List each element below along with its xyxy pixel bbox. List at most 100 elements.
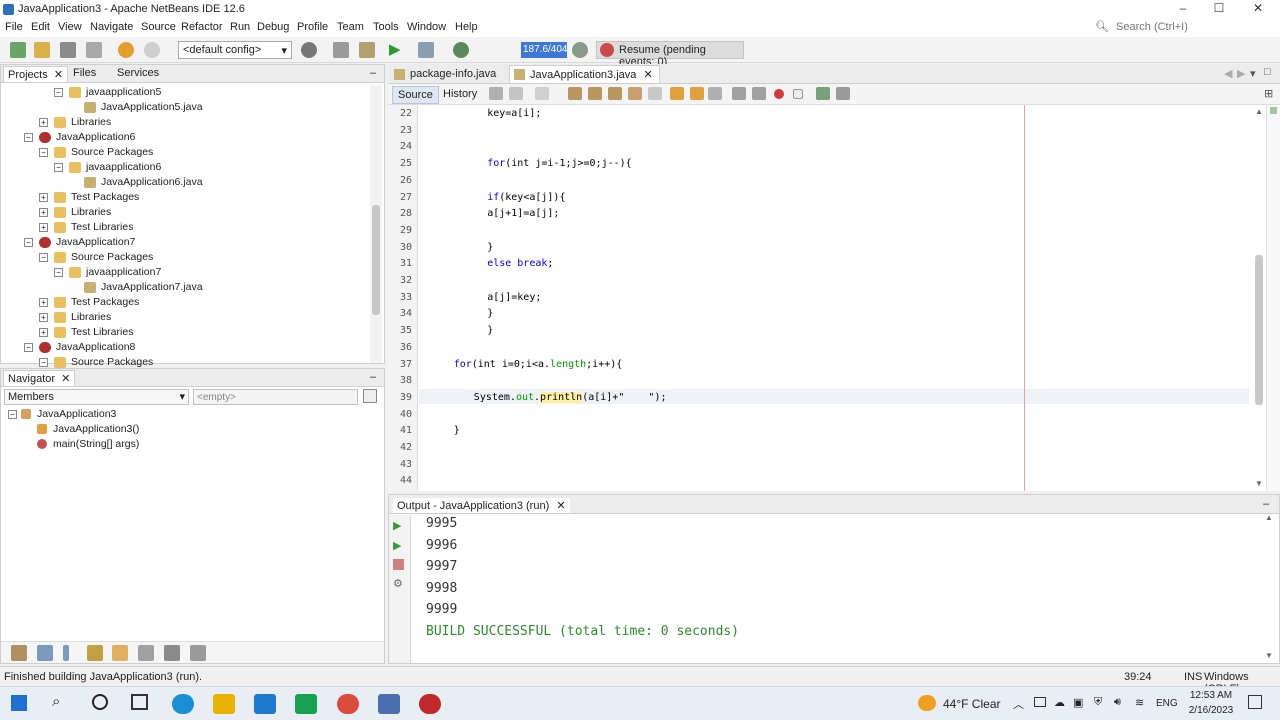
close-button[interactable]: ✕	[1243, 1, 1273, 18]
build-hammer-icon[interactable]	[333, 42, 349, 58]
filter-select[interactable]: <empty>	[193, 389, 358, 405]
open-project-icon[interactable]	[60, 42, 76, 58]
profile-icon[interactable]	[453, 42, 469, 58]
menu-source[interactable]: Source	[141, 21, 176, 33]
save-all-icon[interactable]	[86, 42, 102, 58]
new-project-icon[interactable]	[34, 42, 50, 58]
tab-source[interactable]: Source	[392, 86, 439, 104]
minimize-panel-icon[interactable]: –	[1263, 498, 1269, 510]
chrome-icon[interactable]	[337, 694, 359, 714]
scroll-up-icon[interactable]: ▲	[1255, 107, 1263, 116]
gc-icon[interactable]	[572, 42, 588, 58]
sort-name-icon[interactable]	[164, 645, 180, 661]
search-icon[interactable]: ⌕	[52, 693, 60, 710]
members-select[interactable]: Members ▾	[4, 389, 189, 405]
windows-start-icon[interactable]	[11, 695, 27, 711]
code-line[interactable]: }	[487, 242, 493, 253]
close-icon[interactable]: ✕	[54, 69, 63, 81]
split-editor-icon[interactable]: ⊞	[1264, 87, 1273, 100]
tab-files[interactable]: Files	[73, 67, 96, 79]
shift-right-icon[interactable]	[752, 87, 766, 100]
clock-time[interactable]: 12:53 AM	[1186, 690, 1236, 701]
find-next-icon[interactable]	[608, 87, 622, 100]
tray-chevron-up-icon[interactable]: ︿	[1013, 696, 1024, 712]
language-indicator[interactable]: ENG	[1156, 698, 1178, 709]
rerun-params-icon[interactable]: ▶	[393, 539, 401, 552]
battery-icon[interactable]	[1034, 697, 1046, 707]
tab-scroll-left-icon[interactable]: ◀	[1224, 67, 1232, 80]
filter-types-icon[interactable]	[112, 645, 128, 661]
tab-scroll-right-icon[interactable]: ▶	[1237, 67, 1245, 80]
menu-view[interactable]: View	[58, 21, 82, 33]
tab-output[interactable]: Output - JavaApplication3 (run) ✕	[393, 498, 570, 513]
menu-team[interactable]: Team	[337, 21, 364, 33]
menu-help[interactable]: Help	[455, 21, 478, 33]
clean-build-icon[interactable]	[359, 42, 375, 58]
toggle-highlight-icon[interactable]	[628, 87, 642, 100]
tab-projects[interactable]: Projects ✕	[3, 66, 69, 82]
redo-icon[interactable]	[144, 42, 160, 58]
collapse-icon[interactable]: −	[54, 88, 63, 97]
menu-window[interactable]: Window	[407, 21, 446, 33]
tab-package-info[interactable]: package-info.java	[390, 66, 502, 82]
debug-icon[interactable]	[418, 42, 434, 58]
close-icon[interactable]: ✕	[643, 69, 652, 81]
maximize-button[interactable]: ☐	[1204, 1, 1234, 18]
collapse-icon[interactable]: −	[24, 343, 33, 352]
security-icon[interactable]: ⛨	[1094, 696, 1102, 709]
code-line[interactable]: }	[487, 325, 493, 336]
rerun-icon[interactable]: ▶	[393, 519, 401, 532]
rect-selection-icon[interactable]	[648, 87, 662, 100]
forward-icon[interactable]	[535, 87, 549, 100]
camera-icon[interactable]: ▣	[1073, 696, 1083, 709]
wifi-icon[interactable]: ≋	[1135, 696, 1144, 709]
code-line[interactable]: else break;	[487, 258, 553, 269]
collapse-icon[interactable]: −	[39, 148, 48, 157]
code-line[interactable]: }	[487, 308, 493, 319]
uncomment-icon[interactable]	[836, 87, 850, 100]
maximize-editor-icon[interactable]: □	[1264, 66, 1271, 78]
code-line[interactable]: a[j]=key;	[487, 292, 541, 303]
collapse-icon[interactable]: −	[39, 253, 48, 262]
mail-icon[interactable]	[254, 694, 276, 714]
chevron-down-icon[interactable]: ▾	[1250, 67, 1256, 80]
code-line[interactable]: if(key<a[j]){	[487, 192, 565, 203]
scroll-up-icon[interactable]: ▲	[1265, 513, 1273, 522]
stop-icon[interactable]	[393, 559, 404, 570]
undo-icon[interactable]	[118, 42, 134, 58]
scroll-thumb[interactable]	[372, 205, 380, 315]
next-bookmark-icon[interactable]	[690, 87, 704, 100]
back-icon[interactable]	[509, 87, 523, 100]
code-line[interactable]: for(int j=i-1;j>=0;j--){	[487, 158, 632, 169]
projects-scrollbar[interactable]	[370, 85, 382, 363]
menu-profile[interactable]: Profile	[297, 21, 328, 33]
run-icon[interactable]: ▶	[389, 40, 401, 58]
filter-static-icon[interactable]	[37, 645, 53, 661]
code-line[interactable]: }	[454, 425, 460, 436]
scroll-thumb[interactable]	[1255, 255, 1263, 405]
netbeans-taskbar-icon[interactable]	[378, 694, 400, 714]
clock-date[interactable]: 2/16/2023	[1186, 705, 1236, 716]
tab-history[interactable]: History	[438, 86, 482, 102]
menu-run[interactable]: Run	[230, 21, 250, 33]
menu-refactor[interactable]: Refactor	[181, 21, 223, 33]
filter-nonpublic-icon[interactable]	[63, 645, 69, 661]
obs-icon[interactable]	[419, 694, 441, 714]
expand-icon[interactable]: +	[39, 193, 48, 202]
shift-left-icon[interactable]	[732, 87, 746, 100]
filter-fields-icon[interactable]	[11, 645, 27, 661]
comment-icon[interactable]	[816, 87, 830, 100]
toggle-bookmark-icon[interactable]	[708, 87, 722, 100]
navigator-options-icon[interactable]	[363, 389, 377, 403]
menu-tools[interactable]: Tools	[373, 21, 399, 33]
tab-services[interactable]: Services	[117, 67, 159, 79]
minimize-button[interactable]: –	[1168, 1, 1198, 18]
sort-icon[interactable]	[138, 645, 154, 661]
code-line[interactable]: System.out.println(a[i]+" ");	[474, 391, 667, 403]
code-line[interactable]: key=a[i];	[487, 108, 541, 119]
notifications-icon[interactable]	[1248, 695, 1262, 709]
scroll-down-icon[interactable]: ▼	[1265, 651, 1273, 660]
collapse-icon[interactable]: −	[39, 358, 48, 367]
task-view-icon[interactable]	[131, 694, 148, 710]
editor-scrollbar[interactable]: ▲ ▼	[1252, 105, 1266, 491]
